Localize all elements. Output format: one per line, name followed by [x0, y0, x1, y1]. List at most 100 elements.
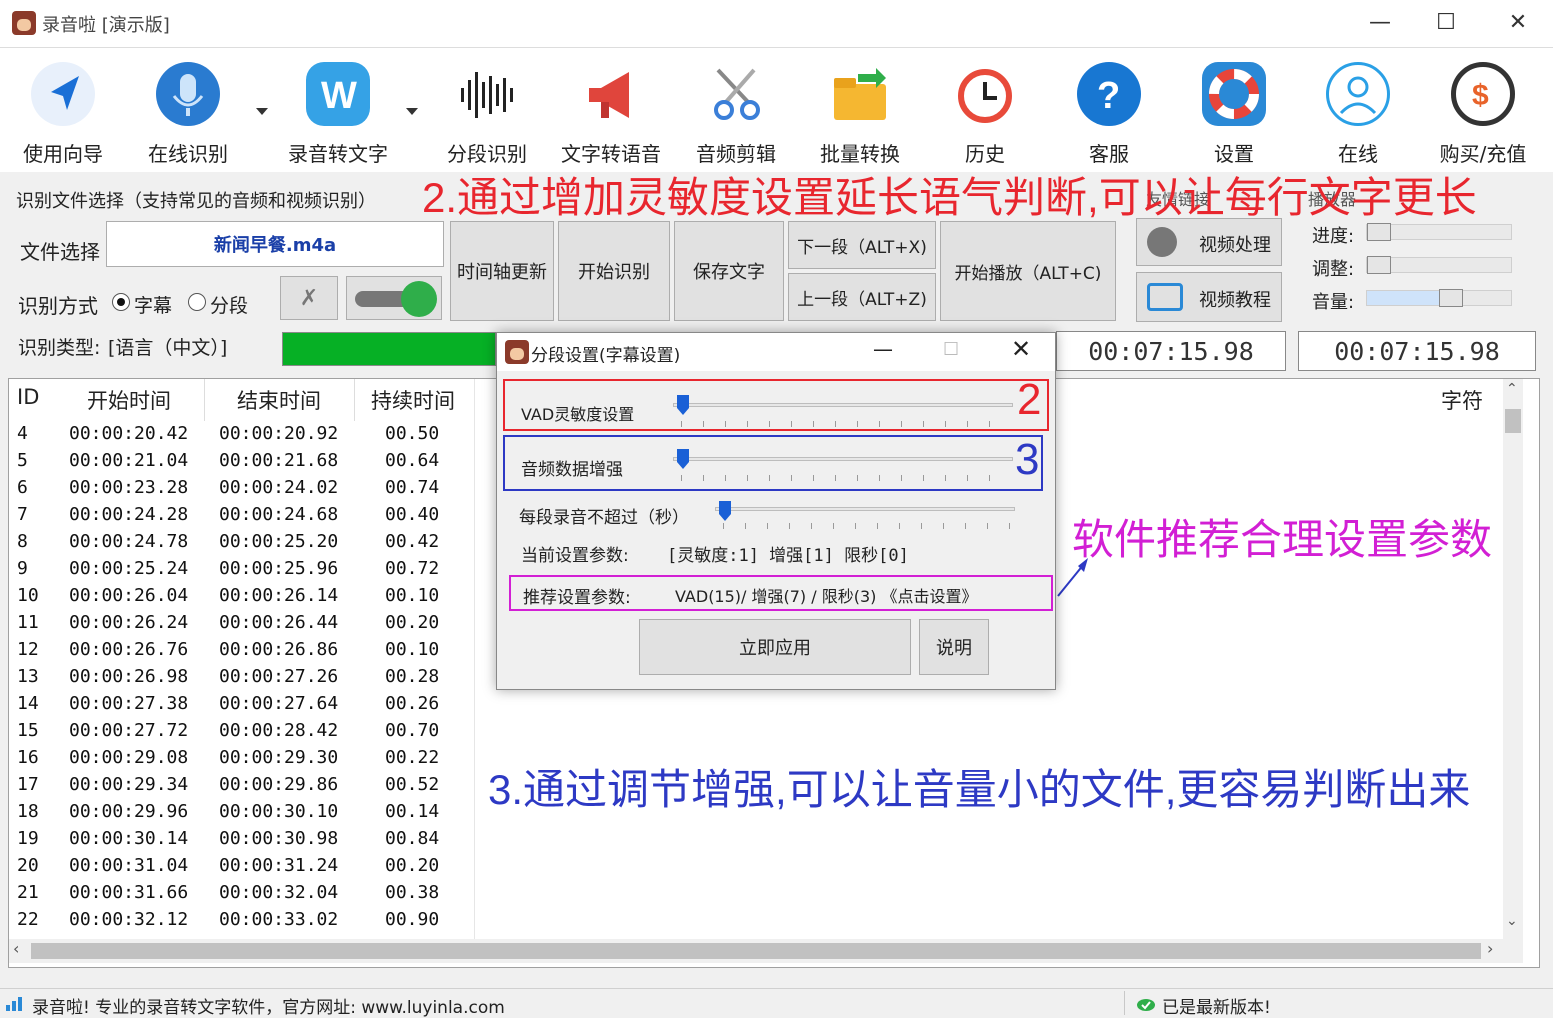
- table-cell: 00.90: [385, 909, 440, 930]
- volume-slider[interactable]: [1366, 289, 1512, 307]
- apply-now-button[interactable]: 立即应用: [639, 619, 911, 675]
- recommend-frame: 推荐设置参数: VAD(15)/ 增强(7) / 限秒(3) 《点击设置》: [509, 575, 1053, 611]
- table-row[interactable]: 22 00:00:32.12 00:00:33.02 00.90: [9, 907, 1499, 934]
- guide-button[interactable]: 使用向导: [8, 58, 118, 168]
- adjust-thumb[interactable]: [1367, 256, 1391, 274]
- enhance-setting-frame: 音频数据增强 3: [503, 435, 1043, 491]
- batch-convert-button[interactable]: 批量转换: [805, 58, 915, 168]
- limit-slider-thumb[interactable]: [719, 501, 731, 521]
- table-cell: 00:00:25.96: [219, 558, 339, 579]
- scroll-left-icon[interactable]: ‹: [13, 939, 19, 958]
- table-cell: 00:00:21.04: [69, 450, 189, 471]
- table-row[interactable]: 20 00:00:31.04 00:00:31.24 00.20: [9, 853, 1499, 880]
- history-button[interactable]: 历史: [930, 58, 1040, 168]
- tools-button[interactable]: ✗: [280, 276, 338, 320]
- online-recognition-dropdown-icon[interactable]: [256, 108, 268, 115]
- toggle-switch[interactable]: [346, 276, 442, 320]
- maximize-button[interactable]: ☐: [1416, 8, 1476, 38]
- vertical-scroll-thumb[interactable]: [1505, 409, 1521, 433]
- table-cell: 00:00:31.04: [69, 855, 189, 876]
- dialog-minimize-button[interactable]: —: [873, 337, 893, 361]
- table-cell: 00:00:26.24: [69, 612, 189, 633]
- customer-service-button[interactable]: ? 客服: [1054, 58, 1164, 168]
- video-tutorial-button[interactable]: 视频教程: [1136, 272, 1282, 322]
- file-select-input[interactable]: 新闻早餐.m4a: [106, 221, 444, 267]
- settings-button[interactable]: 设置: [1179, 58, 1289, 168]
- table-cell: 00:00:24.78: [69, 531, 189, 552]
- limit-slider[interactable]: [715, 507, 1015, 511]
- current-time-display: 00:07:15.98: [1056, 331, 1286, 371]
- annotation-num-3: 3: [1015, 435, 1040, 484]
- next-segment-button[interactable]: 下一段（ALT+X): [788, 221, 936, 269]
- dialog-title: 分段设置(字幕设置): [531, 346, 681, 366]
- microphone-icon: [156, 62, 220, 126]
- volume-fill: [1367, 291, 1447, 305]
- table-cell: 00:00:32.12: [69, 909, 189, 930]
- save-text-button[interactable]: 保存文字: [674, 221, 784, 321]
- prev-segment-button[interactable]: 上一段（ALT+Z): [788, 273, 936, 321]
- close-button[interactable]: ✕: [1488, 8, 1548, 38]
- scroll-down-icon[interactable]: ⌄: [1506, 913, 1518, 929]
- col-start-header: 开始时间: [87, 389, 171, 413]
- enhance-slider[interactable]: [673, 457, 1013, 461]
- mode-segment-radio[interactable]: [188, 293, 206, 311]
- mode-subtitle-label: 字幕: [134, 295, 173, 317]
- table-cell: 00.20: [385, 612, 440, 633]
- audio-to-text-dropdown-icon[interactable]: [406, 108, 418, 115]
- enhance-slider-thumb[interactable]: [677, 449, 689, 469]
- table-cell: 17: [17, 774, 39, 795]
- table-cell: 00.38: [385, 882, 440, 903]
- recommend-params-link[interactable]: VAD(15)/ 增强(7) / 限秒(3) 《点击设置》: [675, 583, 978, 607]
- dialog-close-button[interactable]: ✕: [1011, 335, 1031, 363]
- table-cell: 00.52: [385, 774, 440, 795]
- table-cell: 00:00:30.98: [219, 828, 339, 849]
- table-cell: 00:00:24.02: [219, 477, 339, 498]
- video-process-button[interactable]: 视频处理: [1136, 218, 1282, 266]
- audio-to-text-button[interactable]: W 录音转文字: [283, 58, 393, 168]
- progress-slider[interactable]: [1366, 223, 1512, 241]
- video-camera-icon: [1147, 283, 1183, 311]
- scroll-up-icon[interactable]: ⌃: [1506, 381, 1518, 397]
- horizontal-scrollbar[interactable]: ‹ ›: [9, 939, 1523, 963]
- vad-slider-thumb[interactable]: [677, 395, 689, 415]
- online-button[interactable]: 在线: [1303, 58, 1413, 168]
- timeline-update-button[interactable]: 时间轴更新: [450, 221, 554, 321]
- film-reel-icon: [1147, 227, 1177, 257]
- table-cell: 16: [17, 747, 39, 768]
- table-cell: 6: [17, 477, 28, 498]
- table-cell: 00:00:33.02: [219, 909, 339, 930]
- vad-slider[interactable]: [673, 403, 1013, 407]
- horizontal-scroll-thumb[interactable]: [31, 943, 1481, 959]
- recognition-type-value: [语言（中文）]: [108, 337, 228, 359]
- adjust-slider[interactable]: [1366, 256, 1512, 274]
- table-row[interactable]: 19 00:00:30.14 00:00:30.98 00.84: [9, 826, 1499, 853]
- table-cell: 00.42: [385, 531, 440, 552]
- table-cell: 00.84: [385, 828, 440, 849]
- limit-label: 每段录音不超过（秒）: [519, 508, 689, 528]
- mode-subtitle-radio[interactable]: [112, 293, 130, 311]
- help-button[interactable]: 说明: [919, 619, 989, 675]
- volume-thumb[interactable]: [1439, 289, 1463, 307]
- segment-recognition-button[interactable]: 分段识别: [432, 58, 542, 168]
- table-cell: 00:00:29.34: [69, 774, 189, 795]
- progress-label: 进度:: [1312, 226, 1355, 247]
- scroll-right-icon[interactable]: ›: [1487, 939, 1493, 958]
- progress-thumb[interactable]: [1367, 223, 1391, 241]
- table-row[interactable]: 21 00:00:31.66 00:00:32.04 00.38: [9, 880, 1499, 907]
- vertical-scrollbar[interactable]: ⌃ ⌄: [1503, 379, 1523, 939]
- folder-icon: [828, 62, 892, 126]
- table-cell: 20: [17, 855, 39, 876]
- buy-recharge-button[interactable]: $ 购买/充值: [1428, 58, 1538, 168]
- table-row[interactable]: 14 00:00:27.38 00:00:27.64 00.26: [9, 691, 1499, 718]
- table-row[interactable]: 15 00:00:27.72 00:00:28.42 00.70: [9, 718, 1499, 745]
- table-cell: 00:00:29.08: [69, 747, 189, 768]
- audio-edit-button[interactable]: 音频剪辑: [681, 58, 791, 168]
- text-to-speech-button[interactable]: 文字转语音: [556, 58, 666, 168]
- online-recognition-button[interactable]: 在线识别: [133, 58, 243, 168]
- start-play-button[interactable]: 开始播放（ALT+C): [940, 221, 1116, 321]
- table-cell: 8: [17, 531, 28, 552]
- table-cell: 00:00:27.72: [69, 720, 189, 741]
- minimize-button[interactable]: —: [1350, 8, 1410, 38]
- col-end-header: 结束时间: [237, 389, 321, 413]
- start-recognition-button[interactable]: 开始识别: [558, 221, 670, 321]
